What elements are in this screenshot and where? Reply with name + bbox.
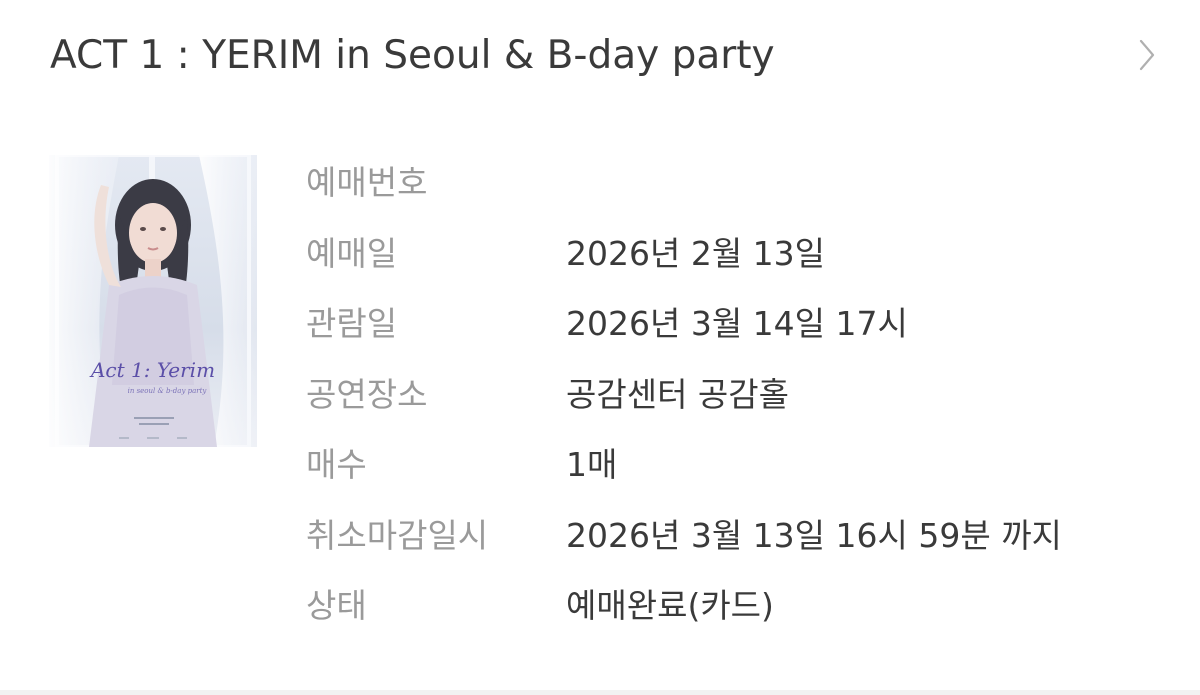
detail-row-booking-number: 예매번호: [306, 145, 1166, 216]
detail-value: 1매: [566, 445, 618, 485]
detail-row-cancel-deadline: 취소마감일시 2026년 3월 13일 16시 59분 까지: [306, 498, 1166, 569]
booking-details: 예매번호 예매일 2026년 2월 13일 관람일 2026년 3월 14일 1…: [306, 145, 1166, 639]
detail-label: 예매일: [306, 233, 398, 273]
detail-row-viewing-date: 관람일 2026년 3월 14일 17시: [306, 286, 1166, 357]
detail-label: 예매번호: [306, 163, 428, 203]
detail-value: 2026년 2월 13일: [566, 233, 826, 273]
chevron-right-icon[interactable]: [1134, 35, 1160, 75]
detail-label: 상태: [306, 586, 367, 626]
detail-label: 매수: [306, 445, 367, 485]
divider: [0, 690, 1200, 695]
detail-value: 2026년 3월 14일 17시: [566, 304, 908, 344]
detail-value: 예매완료(카드): [566, 586, 774, 626]
show-title: ACT 1 : YERIM in Seoul & B-day party: [50, 32, 775, 78]
detail-label: 공연장소: [306, 374, 428, 414]
detail-row-ticket-count: 매수 1매: [306, 427, 1166, 498]
detail-value: 공감센터 공감홀: [566, 374, 790, 414]
poster-artwork: Act 1: Yerim in seoul & b-day party: [49, 155, 257, 447]
detail-row-venue: 공연장소 공감센터 공감홀: [306, 357, 1166, 428]
detail-row-booking-date: 예매일 2026년 2월 13일: [306, 216, 1166, 287]
detail-label: 관람일: [306, 304, 398, 344]
poster-script-title: Act 1: Yerim: [89, 358, 215, 382]
booking-header[interactable]: ACT 1 : YERIM in Seoul & B-day party: [50, 20, 1160, 90]
detail-row-status: 상태 예매완료(카드): [306, 568, 1166, 639]
show-poster[interactable]: Act 1: Yerim in seoul & b-day party: [49, 155, 257, 447]
poster-subtitle: in seoul & b-day party: [128, 387, 208, 395]
booking-card: ACT 1 : YERIM in Seoul & B-day party Act…: [0, 0, 1200, 695]
detail-label: 취소마감일시: [306, 515, 489, 555]
detail-value: 2026년 3월 13일 16시 59분 까지: [566, 515, 1062, 555]
